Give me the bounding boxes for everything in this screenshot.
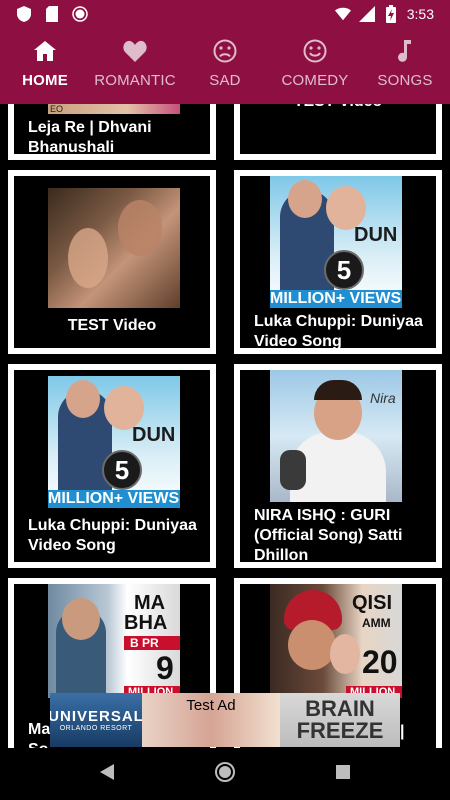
- video-title: NIRA ISHQ : GURI (Official Song) Satti D…: [254, 507, 403, 562]
- heart-icon: [123, 38, 147, 64]
- screen: 3:53 HOME ROMANTIC SAD COMEDY SONGS EO L…: [0, 0, 450, 800]
- home-icon: [34, 38, 56, 64]
- video-title: |: [400, 723, 405, 740]
- status-bar: 3:53: [0, 0, 450, 28]
- tab-romantic[interactable]: ROMANTIC: [90, 28, 180, 104]
- video-title: Luka Chuppi: Duniyaa Video Song: [254, 313, 423, 348]
- record-icon: [72, 6, 88, 22]
- ad-brand-logo: UNIVERSAL ORLANDO RESORT: [50, 693, 143, 747]
- system-nav-bar: [0, 748, 450, 800]
- video-card[interactable]: EO Leja Re | Dhvani Bhanushali: [8, 104, 216, 160]
- sad-face-icon: [213, 38, 237, 64]
- video-card[interactable]: TEST Video: [234, 104, 442, 160]
- video-thumbnail: QISI AMM 20 MILLION: [270, 584, 402, 698]
- music-note-icon: [397, 38, 413, 64]
- video-thumbnail: DUN 5 MILLION+ VIEWS: [48, 376, 180, 508]
- video-card[interactable]: TEST Video: [8, 170, 216, 354]
- ad-banner[interactable]: UNIVERSAL ORLANDO RESORT Test Ad BRAIN F…: [50, 693, 400, 747]
- tab-label: SONGS: [377, 72, 433, 89]
- video-thumbnail: [48, 188, 180, 308]
- tab-label: ROMANTIC: [94, 72, 176, 89]
- video-title: TEST Video: [240, 104, 436, 112]
- wifi-icon: [334, 6, 351, 22]
- tab-comedy[interactable]: COMEDY: [270, 28, 360, 104]
- back-icon[interactable]: [100, 763, 114, 785]
- tab-label: SAD: [209, 72, 241, 89]
- ad-label: Test Ad: [186, 697, 236, 714]
- home-button-icon[interactable]: [214, 761, 236, 788]
- sd-card-icon: [44, 6, 60, 22]
- video-thumbnail: EO: [48, 104, 180, 114]
- video-thumbnail: MA BHA B PR 9 MILLION: [48, 584, 180, 698]
- video-card[interactable]: DUN 5 MILLION+ VIEWS Luka Chuppi: Duniya…: [234, 170, 442, 354]
- ad-headline: BRAIN FREEZE: [280, 693, 400, 747]
- ad-image: Test Ad: [142, 693, 280, 747]
- tab-sad[interactable]: SAD: [180, 28, 270, 104]
- video-title: Leja Re | Dhvani Bhanushali: [28, 119, 152, 154]
- shield-icon: [16, 6, 32, 22]
- signal-icon: [358, 6, 375, 22]
- tab-label: HOME: [22, 72, 68, 89]
- battery-charging-icon: [383, 5, 399, 23]
- category-tab-bar: HOME ROMANTIC SAD COMEDY SONGS: [0, 28, 450, 104]
- video-grid: EO Leja Re | Dhvani Bhanushali TEST Vide…: [0, 104, 450, 748]
- video-title: Luka Chuppi: Duniyaa Video Song: [28, 517, 197, 554]
- clock: 3:53: [406, 6, 434, 22]
- video-thumbnail: Nira: [270, 370, 402, 502]
- tab-songs[interactable]: SONGS: [360, 28, 450, 104]
- video-card[interactable]: Nira NIRA ISHQ : GURI (Official Song) Sa…: [234, 364, 442, 568]
- video-title: TEST Video: [67, 317, 157, 334]
- video-thumbnail: DUN 5 MILLION+ VIEWS: [270, 176, 402, 308]
- tab-label: COMEDY: [281, 72, 349, 89]
- smile-face-icon: [303, 38, 327, 64]
- tab-home[interactable]: HOME: [0, 28, 90, 104]
- video-card[interactable]: DUN 5 MILLION+ VIEWS Luka Chuppi: Duniya…: [8, 364, 216, 568]
- recent-apps-icon[interactable]: [336, 764, 350, 784]
